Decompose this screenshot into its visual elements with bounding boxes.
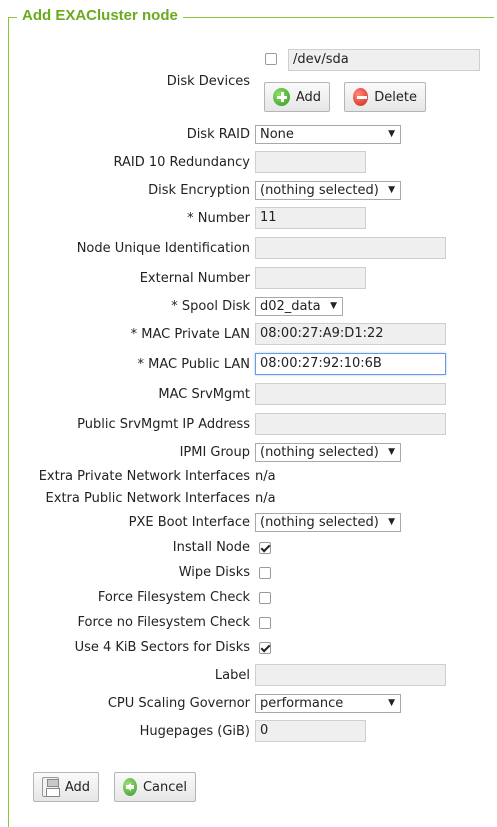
raid10-field[interactable] [255, 151, 366, 173]
pxe-boot-value: (nothing selected) [260, 515, 379, 530]
spool-disk-value: d02_data [260, 299, 321, 314]
back-arrow-icon [123, 778, 137, 796]
disk-device-field[interactable]: /dev/sda [288, 49, 480, 71]
form-title: Add EXACluster node [17, 7, 183, 24]
mac-public-label: * MAC Public LAN [137, 357, 251, 372]
cpu-governor-value: performance [260, 696, 344, 711]
disk-raid-value: None [260, 127, 294, 142]
hugepages-field[interactable]: 0 [255, 720, 366, 742]
minus-circle-icon [353, 88, 369, 106]
node-uid-label: Node Unique Identification [76, 241, 250, 256]
chevron-down-icon: ▼ [388, 129, 395, 139]
add-disk-label: Add [295, 89, 321, 105]
force-fs-check-label: Force Filesystem Check [97, 590, 250, 605]
spool-disk-label: * Spool Disk [171, 299, 250, 314]
label-field[interactable] [255, 664, 446, 686]
disk-devices-label: Disk Devices [166, 74, 250, 89]
number-field[interactable]: 11 [255, 207, 366, 229]
chevron-down-icon: ▼ [388, 185, 395, 195]
mac-srvmgmt-field[interactable] [255, 383, 446, 405]
extra-private-label: Extra Private Network Interfaces [38, 469, 250, 484]
cancel-label: Cancel [142, 779, 187, 795]
install-node-checkbox[interactable] [259, 542, 271, 554]
chevron-down-icon: ▼ [388, 517, 395, 527]
plus-circle-icon [273, 88, 290, 106]
external-number-field[interactable] [255, 267, 366, 289]
node-uid-field[interactable] [255, 237, 446, 259]
mac-private-label: * MAC Private LAN [130, 327, 250, 342]
disk-encryption-select[interactable]: (nothing selected) ▼ [255, 181, 401, 200]
force-no-fs-check-checkbox[interactable] [259, 617, 271, 629]
public-srvmgmt-ip-field[interactable] [255, 413, 446, 435]
ipmi-group-select[interactable]: (nothing selected) ▼ [255, 443, 401, 462]
chevron-down-icon: ▼ [388, 447, 395, 457]
disk-encryption-value: (nothing selected) [260, 183, 379, 198]
ipmi-group-value: (nothing selected) [260, 445, 379, 460]
wipe-disks-label: Wipe Disks [178, 565, 250, 580]
disk-raid-select[interactable]: None ▼ [255, 125, 401, 144]
spool-disk-select[interactable]: d02_data ▼ [255, 297, 343, 316]
cancel-button[interactable]: Cancel [114, 772, 196, 802]
disk-raid-label: Disk RAID [186, 127, 250, 142]
mac-srvmgmt-label: MAC SrvMgmt [158, 387, 250, 402]
pxe-boot-select[interactable]: (nothing selected) ▼ [255, 513, 401, 532]
wipe-disks-checkbox[interactable] [259, 567, 271, 579]
hugepages-label: Hugepages (GiB) [139, 724, 250, 739]
raid10-label: RAID 10 Redundancy [113, 155, 250, 170]
force-fs-check-checkbox[interactable] [259, 592, 271, 604]
delete-disk-label: Delete [374, 89, 417, 105]
add-disk-button[interactable]: Add [264, 82, 330, 112]
use-4k-sectors-label: Use 4 KiB Sectors for Disks [74, 640, 250, 655]
number-label: * Number [187, 211, 250, 226]
add-node-button[interactable]: Add [33, 772, 99, 802]
cpu-governor-select[interactable]: performance ▼ [255, 694, 401, 713]
chevron-down-icon: ▼ [388, 698, 395, 708]
extra-public-label: Extra Public Network Interfaces [45, 491, 250, 506]
extra-private-value: n/a [255, 469, 276, 484]
use-4k-sectors-checkbox[interactable] [259, 642, 271, 654]
delete-disk-button[interactable]: Delete [344, 82, 426, 112]
force-no-fs-check-label: Force no Filesystem Check [77, 615, 250, 630]
floppy-disk-icon [42, 777, 60, 797]
pxe-boot-label: PXE Boot Interface [128, 515, 250, 530]
mac-private-field[interactable]: 08:00:27:A9:D1:22 [255, 323, 446, 345]
label-field-label: Label [214, 668, 250, 683]
disk-encryption-label: Disk Encryption [148, 183, 250, 198]
external-number-label: External Number [139, 271, 250, 286]
disk-device-checkbox[interactable] [265, 53, 277, 65]
public-srvmgmt-ip-label: Public SrvMgmt IP Address [77, 417, 250, 432]
chevron-down-icon: ▼ [330, 301, 337, 311]
install-node-label: Install Node [172, 540, 250, 555]
cpu-governor-label: CPU Scaling Governor [107, 696, 250, 711]
add-node-label: Add [64, 779, 90, 795]
mac-public-field[interactable]: 08:00:27:92:10:6B [255, 353, 446, 375]
extra-public-value: n/a [255, 491, 276, 506]
ipmi-group-label: IPMI Group [179, 445, 250, 460]
